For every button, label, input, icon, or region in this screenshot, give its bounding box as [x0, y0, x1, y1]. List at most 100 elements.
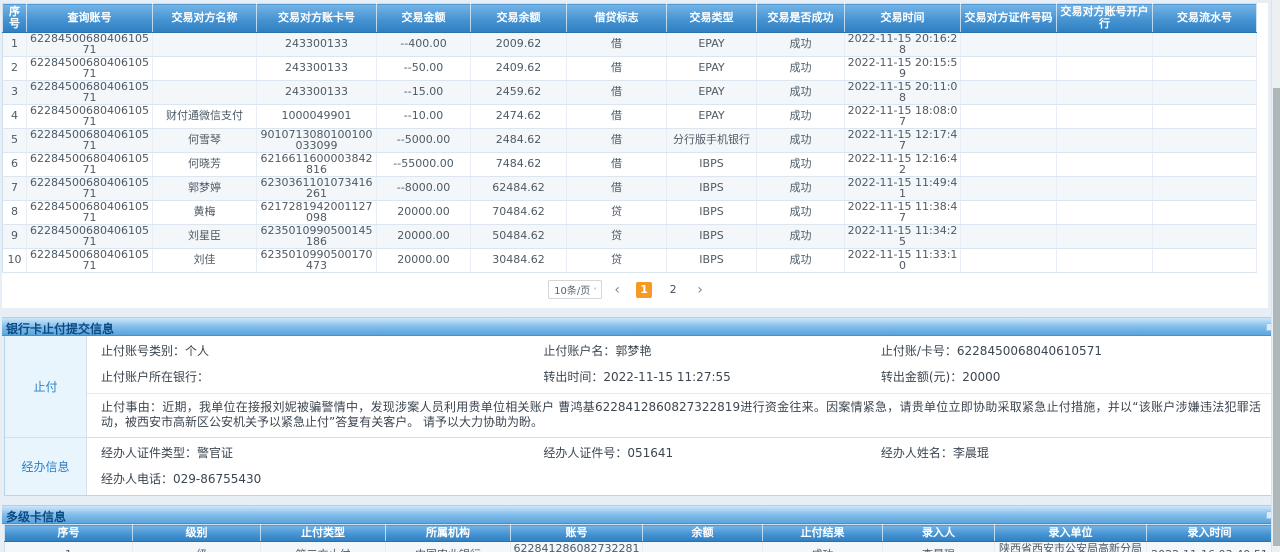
column-header: 录入时间 — [1147, 525, 1273, 542]
table-cell — [1153, 177, 1257, 201]
page-button-2[interactable]: 2 — [665, 282, 681, 298]
stop-payment-section-title: 银行卡止付提交信息 — [2, 321, 114, 338]
table-cell: 2022-11-15 20:16:28 — [845, 33, 961, 57]
table-row: 1一级第三方止付中国农业银行6228412860827322819成功李晨琨陕西… — [5, 542, 1273, 552]
table-cell: 30484.62 — [471, 249, 567, 273]
table-row: 76228450068040610571郭梦婷62303611010734162… — [3, 177, 1257, 201]
stop-account-bank-field: 止付账户所在银行： — [101, 371, 543, 384]
column-header: 交易对方名称 — [153, 4, 257, 33]
table-cell: 20000.00 — [377, 225, 471, 249]
multi-card-section-title: 多级卡信息 — [2, 509, 66, 526]
table-cell: 第三方止付 — [261, 542, 386, 552]
table-cell: 贷 — [567, 249, 667, 273]
table-cell: --5000.00 — [377, 129, 471, 153]
column-header: 所属机构 — [386, 525, 511, 542]
table-row: 106228450068040610571刘佳62350109905001704… — [3, 249, 1257, 273]
table-cell — [1057, 177, 1153, 201]
page-size-select[interactable]: 10条/页˅ — [548, 280, 602, 299]
table-cell: 2474.62 — [471, 105, 567, 129]
table-cell: 中国农业银行 — [386, 542, 511, 552]
table-cell: 3 — [3, 81, 27, 105]
table-cell: 成功 — [757, 249, 845, 273]
agent-info-row: 经办信息 经办人证件类型：警官证 经办人证件号：051641 经办人姓名：李晨琨… — [5, 438, 1271, 495]
table-cell: 成功 — [757, 105, 845, 129]
transaction-panel: 序号查询账号交易对方名称交易对方账卡号交易金额交易余额借贷标志交易类型交易是否成… — [2, 3, 1268, 308]
table-cell: IBPS — [667, 249, 757, 273]
table-cell — [1153, 201, 1257, 225]
table-cell: 6228450068040610571 — [27, 201, 153, 225]
table-cell: --400.00 — [377, 33, 471, 57]
table-cell: 6 — [3, 153, 27, 177]
scrollbar-thumb[interactable] — [1273, 88, 1280, 546]
table-cell: 62484.62 — [471, 177, 567, 201]
table-cell — [1057, 81, 1153, 105]
table-cell — [1057, 105, 1153, 129]
vertical-scrollbar[interactable] — [1271, 0, 1280, 552]
table-cell: 黄梅 — [153, 201, 257, 225]
table-cell: 5 — [3, 129, 27, 153]
table-cell: 成功 — [757, 177, 845, 201]
table-cell: 借 — [567, 105, 667, 129]
table-cell — [1057, 201, 1153, 225]
column-header: 交易流水号 — [1153, 4, 1257, 33]
table-cell: 何雪琴 — [153, 129, 257, 153]
table-cell: 借 — [567, 33, 667, 57]
table-cell — [1057, 57, 1153, 81]
table-cell: 50484.62 — [471, 225, 567, 249]
table-cell: 何晓芳 — [153, 153, 257, 177]
stop-payment-info-box: 止付 止付账号类别：个人 止付账户名：郭梦艳 止付账/卡号：6228450068… — [4, 336, 1272, 496]
table-cell — [153, 81, 257, 105]
table-cell: 分行版手机银行 — [667, 129, 757, 153]
column-header: 止付类型 — [261, 525, 386, 542]
table-cell — [1057, 129, 1153, 153]
table-cell — [961, 57, 1057, 81]
table-cell: EPAY — [667, 81, 757, 105]
table-cell: 7484.62 — [471, 153, 567, 177]
table-cell: 成功 — [757, 57, 845, 81]
chevron-down-icon: ˅ — [593, 287, 597, 296]
table-cell: 6228412860827322819 — [511, 542, 643, 552]
prev-page-button[interactable]: ‹ — [614, 283, 620, 297]
table-cell: 财付通微信支付 — [153, 105, 257, 129]
stop-payment-section-header: 银行卡止付提交信息 — [2, 317, 1280, 336]
table-cell — [1057, 33, 1153, 57]
column-header: 账号 — [511, 525, 643, 542]
table-row: 16228450068040610571243300133--400.00200… — [3, 33, 1257, 57]
table-cell — [961, 81, 1057, 105]
table-cell — [961, 105, 1057, 129]
table-cell: 成功 — [757, 201, 845, 225]
table-cell: 刘佳 — [153, 249, 257, 273]
table-cell: 2009.62 — [471, 33, 567, 57]
stop-account-type-field: 止付账号类别：个人 — [101, 345, 543, 358]
table-cell: 2022-11-16 03:40:51 — [1147, 542, 1273, 552]
table-cell — [1153, 225, 1257, 249]
table-cell: 2022-11-15 20:11:08 — [845, 81, 961, 105]
table-cell — [153, 57, 257, 81]
table-cell: 6216611600003842816 — [257, 153, 377, 177]
table-cell: --55000.00 — [377, 153, 471, 177]
column-header: 交易金额 — [377, 4, 471, 33]
table-cell — [961, 33, 1057, 57]
header-row: 序号级别止付类型所属机构账号余额止付结果录入人录入单位录入时间 — [5, 525, 1273, 542]
table-cell — [1153, 105, 1257, 129]
table-cell: --50.00 — [377, 57, 471, 81]
table-cell: 6228450068040610571 — [27, 225, 153, 249]
page-button-1[interactable]: 1 — [636, 282, 652, 298]
table-cell: 243300133 — [257, 33, 377, 57]
column-header: 交易类型 — [667, 4, 757, 33]
transfer-amount-field: 转出金额(元)：20000 — [881, 371, 1265, 384]
table-cell — [961, 201, 1057, 225]
next-page-button[interactable]: › — [697, 283, 703, 297]
table-cell: IBPS — [667, 201, 757, 225]
table-row: 96228450068040610571刘星臣62350109905001451… — [3, 225, 1257, 249]
table-cell: 2022-11-15 11:49:41 — [845, 177, 961, 201]
table-cell: 成功 — [757, 153, 845, 177]
table-cell: 2409.62 — [471, 57, 567, 81]
table-cell: 成功 — [757, 33, 845, 57]
table-cell: 2022-11-15 12:17:47 — [845, 129, 961, 153]
table-row: 86228450068040610571黄梅621728194200112709… — [3, 201, 1257, 225]
column-header: 查询账号 — [27, 4, 153, 33]
table-cell — [961, 153, 1057, 177]
table-cell: 6230361101073416261 — [257, 177, 377, 201]
table-cell: 借 — [567, 57, 667, 81]
